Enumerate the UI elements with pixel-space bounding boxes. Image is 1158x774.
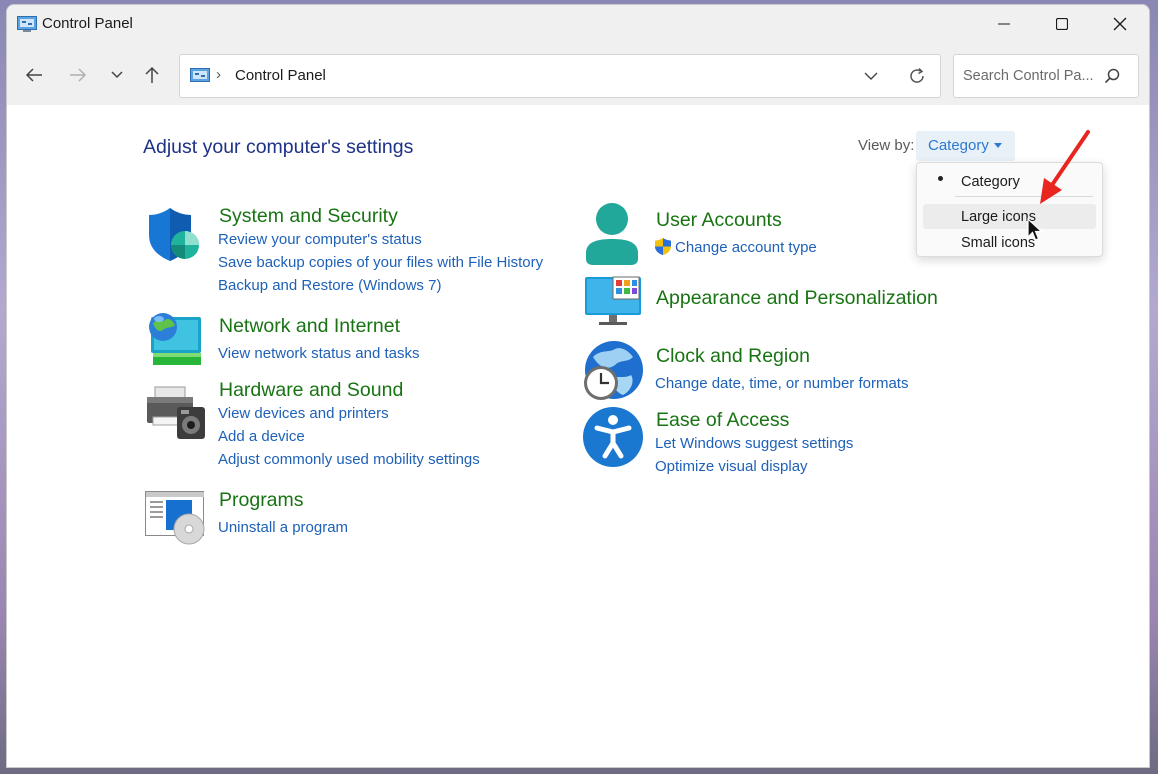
view-by-label: View by: bbox=[858, 137, 915, 154]
caret-down-icon bbox=[994, 143, 1002, 148]
page-title: Adjust your computer's settings bbox=[143, 136, 414, 158]
link-optimize-display[interactable]: Optimize visual display bbox=[655, 458, 808, 475]
category-user-accounts[interactable]: User Accounts bbox=[656, 209, 782, 232]
link-uninstall-program[interactable]: Uninstall a program bbox=[218, 519, 348, 536]
category-system-security[interactable]: System and Security bbox=[219, 205, 398, 228]
search-placeholder: Search Control Pa... bbox=[963, 68, 1093, 84]
category-appearance-personalization[interactable]: Appearance and Personalization bbox=[656, 287, 938, 310]
user-icon[interactable] bbox=[583, 201, 643, 267]
printer-icon[interactable] bbox=[145, 383, 207, 441]
minimize-icon bbox=[998, 23, 1010, 25]
category-programs[interactable]: Programs bbox=[219, 489, 304, 512]
menu-item-small-icons[interactable]: Small icons bbox=[923, 230, 1096, 255]
close-button[interactable] bbox=[1091, 5, 1149, 43]
uac-shield-icon bbox=[655, 238, 671, 255]
monitor-icon[interactable] bbox=[583, 275, 645, 327]
breadcrumb-control-panel[interactable]: Control Panel bbox=[235, 67, 326, 84]
arrow-left-icon bbox=[25, 68, 42, 82]
link-add-device[interactable]: Add a device bbox=[218, 428, 305, 445]
link-devices-printers[interactable]: View devices and printers bbox=[218, 405, 389, 422]
maximize-button[interactable] bbox=[1033, 5, 1091, 43]
control-panel-icon bbox=[17, 16, 37, 32]
search-input[interactable]: Search Control Pa... bbox=[953, 54, 1139, 98]
control-panel-icon bbox=[190, 68, 210, 82]
category-network-internet[interactable]: Network and Internet bbox=[219, 315, 400, 338]
chevron-down-icon[interactable] bbox=[864, 69, 878, 83]
mouse-cursor-icon bbox=[1027, 218, 1043, 241]
category-ease-of-access[interactable]: Ease of Access bbox=[656, 409, 789, 432]
chevron-down-icon bbox=[111, 71, 123, 79]
link-file-history[interactable]: Save backup copies of your files with Fi… bbox=[218, 254, 543, 271]
link-mobility-settings[interactable]: Adjust commonly used mobility settings bbox=[218, 451, 480, 468]
control-panel-window: Control Panel › Control Panel Search Con… bbox=[6, 4, 1150, 768]
link-review-status[interactable]: Review your computer's status bbox=[218, 231, 422, 248]
up-button[interactable] bbox=[138, 61, 166, 89]
refresh-icon[interactable] bbox=[908, 67, 926, 85]
category-hardware-sound[interactable]: Hardware and Sound bbox=[219, 379, 403, 402]
view-by-value: Category bbox=[928, 137, 989, 154]
arrow-right-icon bbox=[70, 68, 87, 82]
maximize-icon bbox=[1056, 18, 1068, 30]
main-content: Adjust your computer's settings View by:… bbox=[7, 105, 1149, 767]
shield-icon[interactable] bbox=[145, 205, 205, 265]
address-bar[interactable]: › Control Panel bbox=[179, 54, 941, 98]
annotation-arrow-icon bbox=[1040, 130, 1090, 204]
menu-item-label: Small icons bbox=[961, 235, 1036, 251]
arrow-up-icon bbox=[145, 66, 159, 83]
link-change-account-type[interactable]: Change account type bbox=[675, 239, 817, 256]
recent-locations-button[interactable] bbox=[103, 61, 131, 89]
link-backup-restore[interactable]: Backup and Restore (Windows 7) bbox=[218, 277, 441, 294]
search-icon bbox=[1104, 68, 1120, 84]
selected-bullet-icon bbox=[938, 176, 943, 181]
close-icon bbox=[1113, 17, 1127, 31]
category-clock-region[interactable]: Clock and Region bbox=[656, 345, 810, 368]
link-network-status[interactable]: View network status and tasks bbox=[218, 345, 420, 362]
navigation-toolbar: › Control Panel Search Control Pa... bbox=[7, 43, 1149, 105]
breadcrumb-separator: › bbox=[216, 66, 221, 83]
minimize-button[interactable] bbox=[975, 5, 1033, 43]
menu-item-label: Large icons bbox=[961, 209, 1036, 225]
menu-item-label: Category bbox=[961, 174, 1020, 190]
link-date-time-formats[interactable]: Change date, time, or number formats bbox=[655, 375, 908, 392]
accessibility-icon[interactable] bbox=[581, 405, 645, 469]
forward-button[interactable] bbox=[64, 61, 92, 89]
view-by-dropdown[interactable]: Category bbox=[916, 131, 1015, 161]
network-icon[interactable] bbox=[145, 309, 205, 367]
title-bar[interactable]: Control Panel bbox=[7, 5, 1149, 43]
window-title: Control Panel bbox=[42, 15, 133, 32]
programs-icon[interactable] bbox=[145, 489, 207, 547]
clock-globe-icon[interactable] bbox=[581, 339, 645, 403]
link-windows-suggest[interactable]: Let Windows suggest settings bbox=[655, 435, 853, 452]
back-button[interactable] bbox=[20, 61, 48, 89]
